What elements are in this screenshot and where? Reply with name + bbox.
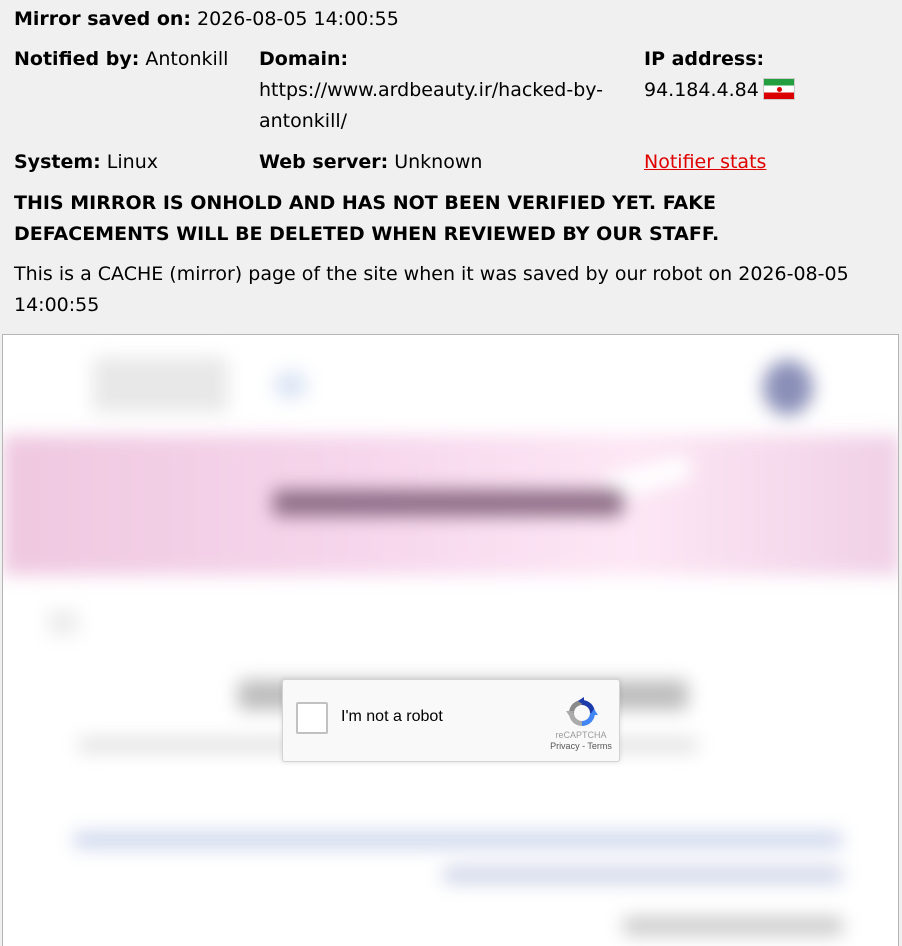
system-label: System: xyxy=(14,151,101,173)
notifier-stats: Notifier stats xyxy=(644,147,766,178)
site-logo-mark xyxy=(273,370,308,400)
recaptcha-terms-link[interactable]: Terms xyxy=(587,741,612,751)
recaptcha-checkbox[interactable] xyxy=(296,702,328,734)
cache-line1: This is a CACHE (mirror) page of the sit… xyxy=(14,263,849,285)
domain-value-line2: antonkill/ xyxy=(259,110,348,132)
mirror-info-panel: Mirror saved on: 2026-08-05 14:00:55 Not… xyxy=(0,0,902,334)
warning-line2: DEFACEMENTS WILL BE DELETED WHEN REVIEWE… xyxy=(14,223,720,245)
content-paragraph-2 xyxy=(443,867,843,883)
hero-title xyxy=(273,490,623,516)
onhold-warning: THIS MIRROR IS ONHOLD AND HAS NOT BEEN V… xyxy=(14,188,719,250)
notified-by-label: Notified by: xyxy=(14,48,140,70)
recaptcha-widget: I'm not a robot reCAPTCHA Privacy - Term… xyxy=(282,679,620,762)
web-server-label: Web server: xyxy=(259,151,389,173)
site-icon xyxy=(763,360,813,415)
ip-label: IP address: xyxy=(644,48,765,70)
recaptcha-logo-icon xyxy=(566,697,598,726)
content-paragraph-3 xyxy=(623,917,843,935)
web-server: Web server: Unknown xyxy=(259,147,482,178)
recaptcha-brand: reCAPTCHA xyxy=(555,730,607,740)
mirror-frame: I'm not a robot reCAPTCHA Privacy - Term… xyxy=(2,334,899,946)
cache-line2: 14:00:55 xyxy=(14,294,100,316)
content-paragraph-1 xyxy=(73,832,843,848)
ip-value: 94.184.4.84 xyxy=(644,79,759,101)
domain-label: Domain: xyxy=(259,48,349,70)
system-value: Linux xyxy=(106,151,158,173)
notified-by-value: Antonkill xyxy=(145,48,229,70)
notifier-stats-link[interactable]: Notifier stats xyxy=(644,151,766,173)
mirror-saved-value: 2026-08-05 14:00:55 xyxy=(197,8,399,30)
mirror-saved-row: Mirror saved on: 2026-08-05 14:00:55 xyxy=(14,4,399,35)
iran-flag-icon xyxy=(762,78,795,100)
domain-value-line1: https://www.ardbeauty.ir/hacked-by- xyxy=(259,79,604,101)
domain: Domain: https://www.ardbeauty.ir/hacked-… xyxy=(259,44,603,137)
site-logo xyxy=(93,357,228,412)
system: System: Linux xyxy=(14,147,158,178)
small-block xyxy=(48,610,78,635)
warning-line1: THIS MIRROR IS ONHOLD AND HAS NOT BEEN V… xyxy=(14,192,716,214)
notified-by: Notified by: Antonkill xyxy=(14,44,228,75)
ip-address: IP address: 94.184.4.84 xyxy=(644,44,795,106)
mirror-saved-label: Mirror saved on: xyxy=(14,8,191,30)
recaptcha-privacy-link[interactable]: Privacy xyxy=(550,741,580,751)
web-server-value: Unknown xyxy=(394,151,483,173)
cache-notice: This is a CACHE (mirror) page of the sit… xyxy=(14,259,849,321)
recaptcha-links: Privacy - Terms xyxy=(541,741,621,751)
recaptcha-label: I'm not a robot xyxy=(341,708,443,725)
blurred-mirror-content xyxy=(3,335,898,946)
